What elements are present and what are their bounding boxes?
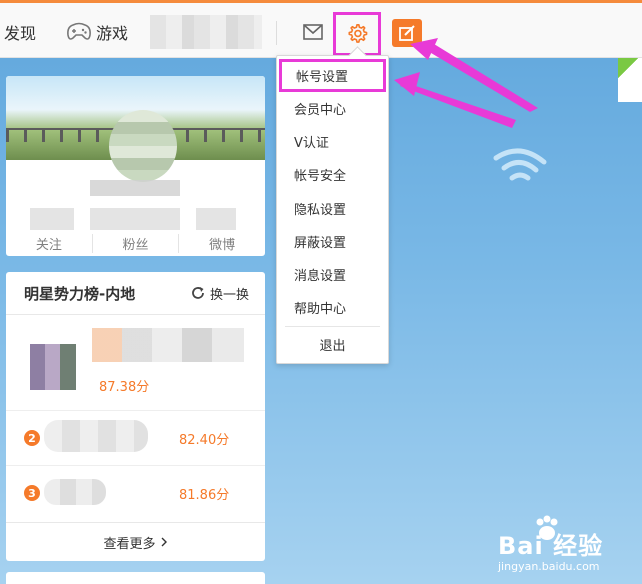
blurred-star-name[interactable] [44,479,106,505]
avatar[interactable] [109,110,177,182]
menu-item-logout[interactable]: 退出 [277,328,388,361]
chevron-right-icon [161,537,167,547]
menu-item-notifications[interactable]: 消息设置 [277,258,388,291]
rank-badge: 2 [24,430,40,446]
menu-item-membership[interactable]: 会员中心 [277,92,388,125]
blurred-star-name[interactable] [44,420,148,452]
blurred-profile-name[interactable] [90,180,180,196]
blurred-star-name[interactable] [92,328,244,362]
star-ranking-card: 明星势力榜-内地 换一换 87.38分 2 82.40分 3 81.86分 查看… [6,272,265,561]
refresh-icon [192,287,204,299]
menu-item-account-security[interactable]: 帐号安全 [277,158,388,191]
blurred-follow-count [30,208,74,230]
blurred-weibo-count [196,208,236,230]
refresh-button[interactable]: 换一换 [190,284,249,303]
compose-button[interactable] [392,19,422,47]
star-score: 87.38分 [99,380,150,395]
corner-decoration [618,58,642,102]
stat-following[interactable]: 关注 [6,234,92,253]
rank-badge: 3 [24,485,40,501]
ranking-title: 明星势力榜-内地 [24,284,136,303]
menu-item-account-settings[interactable]: 帐号设置 [279,59,386,92]
blurred-fans-count [90,208,180,230]
view-more-link[interactable]: 查看更多 [6,522,265,561]
baidu-jingyan-watermark: Bai 经验 jingyan.baidu.com [492,514,642,584]
game-controller-icon [67,22,91,40]
menu-item-blocking[interactable]: 屏蔽设置 [277,225,388,258]
profile-stats: 关注 粉丝 微博 [6,234,265,253]
gear-icon [348,24,368,43]
settings-dropdown-menu: 帐号设置 会员中心 V认证 帐号安全 隐私设置 屏蔽设置 消息设置 帮助中心 退… [276,55,389,364]
view-more-label: 查看更多 [103,536,156,552]
refresh-label: 换一换 [209,287,249,303]
nav-discover[interactable]: 发现 [4,20,36,44]
compose-icon [399,25,415,41]
watermark-title: Bai 经验 [498,532,604,560]
menu-item-verification[interactable]: V认证 [277,125,388,158]
ranking-row[interactable]: 87.38分 [6,316,265,411]
menu-separator [285,326,380,327]
menu-item-privacy[interactable]: 隐私设置 [277,192,388,225]
nav-games-label: 游戏 [96,24,129,43]
ranking-header: 明星势力榜-内地 换一换 [6,272,265,315]
next-card-edge [6,572,265,584]
nav-games[interactable]: 游戏 [66,20,128,44]
stat-weibo[interactable]: 微博 [178,234,265,253]
arrow-to-account-settings [394,72,516,128]
nav-divider [276,21,277,45]
mail-icon[interactable] [303,23,323,41]
star-score: 82.40分 [179,433,230,448]
star-thumbnail[interactable] [30,344,76,390]
top-navigation-bar: 发现 游戏 [0,0,642,58]
menu-item-help[interactable]: 帮助中心 [277,291,388,324]
blurred-username[interactable] [150,15,262,49]
ranking-row[interactable]: 3 81.86分 [6,467,265,521]
profile-card: 关注 粉丝 微博 [6,76,265,256]
watermark-url: jingyan.baidu.com [498,560,600,573]
ranking-row[interactable]: 2 82.40分 [6,412,265,466]
star-score: 81.86分 [179,488,230,503]
stat-fans[interactable]: 粉丝 [91,234,179,253]
signal-decoration-icon [493,148,547,181]
